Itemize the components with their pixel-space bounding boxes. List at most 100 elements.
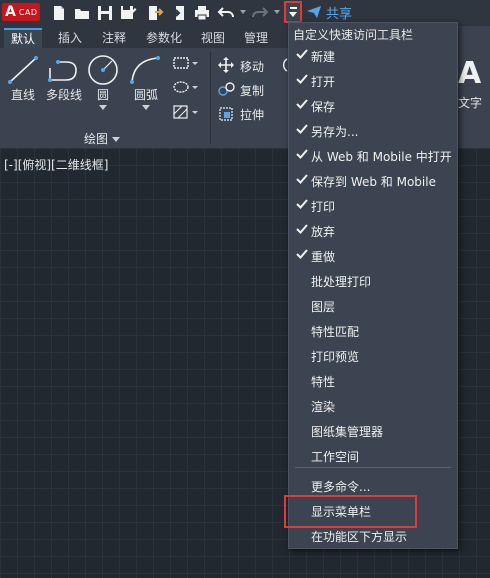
circle-tool[interactable]: 圆 <box>86 54 120 110</box>
polyline-icon <box>48 60 77 82</box>
tab-insert[interactable]: 插入 <box>58 29 82 46</box>
menu-item[interactable]: 从 Web 和 Mobile 中打开 <box>289 144 457 168</box>
checkmark-icon <box>296 174 308 184</box>
menu-item[interactable]: 打开 <box>289 69 457 93</box>
share-button[interactable]: 共享 <box>306 2 352 22</box>
menu-title: 自定义快速访问工具栏 <box>293 28 414 42</box>
logo-text: CAD <box>18 7 38 17</box>
share-label: 共享 <box>326 6 353 22</box>
copy-label[interactable]: 复制 <box>240 82 264 99</box>
save-icon[interactable] <box>96 4 114 22</box>
menu-item[interactable]: 放弃 <box>289 219 457 243</box>
menu-item-label: 批处理打印 <box>311 275 372 289</box>
line-tool-label: 直线 <box>10 88 35 102</box>
checkmark-icon <box>296 199 308 209</box>
customize-qat-dropdown-button[interactable] <box>284 1 302 23</box>
tab-manage[interactable]: 管理 <box>244 29 268 46</box>
menu-item[interactable]: 保存 <box>289 94 457 118</box>
polyline-tool[interactable]: 多段线 <box>44 54 84 103</box>
menu-item[interactable]: 新建 <box>289 44 457 68</box>
app-logo[interactable]: A CAD <box>2 3 40 21</box>
arc-icon <box>130 56 160 84</box>
checkmark-icon <box>296 74 308 84</box>
export-icon[interactable] <box>146 4 164 22</box>
tab-parametric[interactable]: 参数化 <box>146 29 182 46</box>
menu-item-label: 特性匹配 <box>311 325 360 339</box>
menu-item[interactable]: 打印预览 <box>289 344 457 368</box>
menu-item-label: 渲染 <box>311 400 336 414</box>
draw-panel-expand-icon <box>112 137 121 142</box>
undo-dropdown-icon[interactable] <box>240 10 246 14</box>
checkmark-icon <box>296 249 308 259</box>
line-tool[interactable]: 直线 <box>6 54 40 103</box>
menu-item[interactable]: 打印 <box>289 194 457 218</box>
checkmark-icon <box>296 124 308 134</box>
circle-dropdown-icon[interactable] <box>99 105 107 110</box>
menu-item-label: 保存 <box>311 100 336 114</box>
tab-annotate[interactable]: 注释 <box>102 29 126 46</box>
print-icon[interactable] <box>193 4 211 22</box>
menu-item-label: 打印预览 <box>311 350 360 364</box>
rectangle-icon[interactable] <box>172 56 198 73</box>
tab-default[interactable]: 默认 <box>4 28 43 48</box>
menu-item[interactable]: 批处理打印 <box>289 269 457 293</box>
menu-item-label: 放弃 <box>311 225 336 239</box>
new-file-icon[interactable] <box>50 4 68 22</box>
arc-dropdown-icon[interactable] <box>142 105 150 110</box>
stretch-icon[interactable] <box>218 106 236 125</box>
line-icon <box>8 56 38 84</box>
arc-tool[interactable]: 圆弧 <box>128 54 164 110</box>
arc-tool-label: 圆弧 <box>133 88 158 102</box>
menu-item[interactable]: 重做 <box>289 244 457 268</box>
draw-panel-title[interactable]: 绘图 <box>84 130 121 147</box>
draw-panel-title-label: 绘图 <box>84 132 109 146</box>
menu-item-label: 更多命令... <box>311 480 371 494</box>
undo-icon[interactable] <box>217 4 235 22</box>
menu-item-label: 从 Web 和 Mobile 中打开 <box>311 150 452 164</box>
ellipse-icon[interactable] <box>172 80 198 97</box>
menu-item-label: 工作空间 <box>311 450 360 464</box>
checkmark-icon <box>296 49 308 59</box>
menu-item-label: 打开 <box>311 75 336 89</box>
menu-item[interactable]: 另存为... <box>289 119 457 143</box>
dropdown-arrow-icon <box>289 12 297 17</box>
customize-qat-menu: 自定义快速访问工具栏 新建打开保存另存为... 从 Web 和 Mobile 中打… <box>288 22 458 549</box>
copy-icon[interactable] <box>218 82 236 99</box>
tab-view[interactable]: 视图 <box>201 29 225 46</box>
checkmark-icon <box>296 99 308 109</box>
menu-item-label: 保存到 Web 和 Mobile <box>311 175 436 189</box>
circle-tool-label: 圆 <box>96 88 109 102</box>
stretch-label[interactable]: 拉伸 <box>240 106 264 123</box>
checkmark-icon <box>296 149 308 159</box>
save-as-icon[interactable] <box>119 4 137 22</box>
move-icon[interactable] <box>218 57 234 76</box>
import-icon[interactable] <box>169 4 187 22</box>
menu-item[interactable]: 特性 <box>289 369 457 393</box>
ribbon-right-fragment: A 文字 <box>458 26 490 148</box>
menu-item[interactable]: 保存到 Web 和 Mobile <box>289 169 457 193</box>
polyline-tool-label: 多段线 <box>45 88 82 102</box>
menu-item[interactable]: 工作空间 <box>289 444 457 468</box>
viewport-controls[interactable]: [-][俯视][二维线框] <box>4 156 108 173</box>
move-label[interactable]: 移动 <box>240 58 264 75</box>
menu-item[interactable]: 图层 <box>289 294 457 318</box>
menu-divider <box>295 467 451 468</box>
menu-item[interactable]: 图纸集管理器 <box>289 419 457 443</box>
checkmark-icon <box>296 224 308 234</box>
menu-item-label: 另存为... <box>311 125 359 139</box>
menu-item-label: 打印 <box>311 200 336 214</box>
text-tool-label[interactable]: 文字 <box>458 94 482 111</box>
menu-item-label: 图纸集管理器 <box>311 425 384 439</box>
text-tool-icon[interactable]: A <box>458 56 481 91</box>
rotate-icon[interactable] <box>278 57 288 76</box>
circle-icon <box>88 55 118 85</box>
hatch-icon[interactable] <box>172 104 198 123</box>
menu-item[interactable]: 渲染 <box>289 394 457 418</box>
open-icon[interactable] <box>73 4 91 22</box>
menu-item[interactable]: 特性匹配 <box>289 319 457 343</box>
menu-item-label: 新建 <box>311 50 336 64</box>
highlight-box <box>284 495 417 528</box>
redo-dropdown-icon[interactable] <box>274 10 280 14</box>
ribbon-separator <box>210 52 211 144</box>
redo-icon[interactable] <box>251 4 269 22</box>
